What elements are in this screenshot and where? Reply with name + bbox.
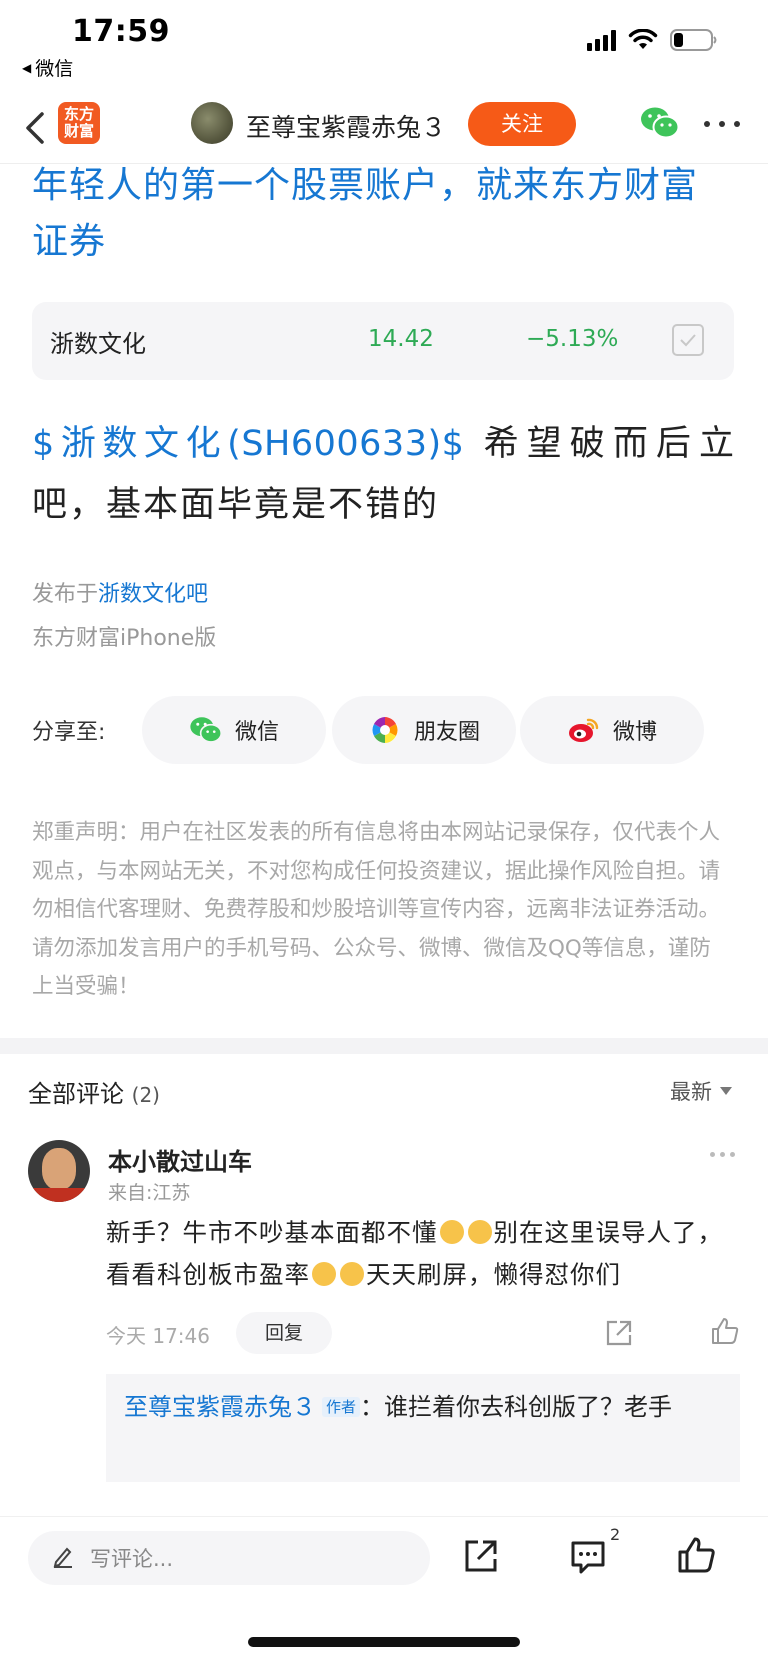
- comment-input-placeholder: 写评论...: [90, 1547, 174, 1571]
- author-tag: 作者: [322, 1397, 361, 1417]
- grin-emoji-icon: [439, 1220, 464, 1244]
- app-logo[interactable]: 东方 财富: [58, 102, 100, 144]
- comments-count: (2): [131, 1083, 160, 1107]
- reply-author-name[interactable]: 至尊宝紫霞赤兔３: [124, 1393, 316, 1421]
- reply-text: 至尊宝紫霞赤兔３ 作者 ：谁拦着你去科创版了？老手: [124, 1386, 722, 1428]
- author-username[interactable]: 至尊宝紫霞赤兔３: [246, 108, 446, 144]
- wechat-icon: [189, 715, 223, 745]
- back-chevron-icon[interactable]: [20, 106, 52, 150]
- status-time: 17:59: [72, 14, 170, 49]
- commenter-location: 来自:江苏: [108, 1182, 191, 1204]
- share-moments-label: 朋友圈: [413, 720, 480, 745]
- back-to-app-link[interactable]: ◀ 微信: [22, 54, 73, 81]
- comment-text-part: 新手？牛市不吵基本面都不懂: [106, 1218, 438, 1247]
- author-avatar[interactable]: [191, 102, 233, 144]
- nav-bar: 东方 财富 至尊宝紫霞赤兔３ 关注: [0, 92, 768, 164]
- grin-emoji-icon: [467, 1220, 492, 1244]
- comment-icon[interactable]: [568, 1537, 608, 1577]
- caret-down-icon: [720, 1087, 732, 1095]
- status-icons: [587, 28, 718, 52]
- platform-label: 东方财富iPhone版: [32, 626, 217, 651]
- like-icon[interactable]: [710, 1316, 740, 1346]
- grin-emoji-icon: [312, 1262, 336, 1286]
- status-bar: 17:59 ◀ 微信: [0, 0, 768, 84]
- moments-icon: [368, 715, 402, 745]
- reply-content: ：谁拦着你去科创版了？老手: [360, 1393, 673, 1421]
- share-moments-button[interactable]: 朋友圈: [332, 696, 516, 764]
- reply-thread[interactable]: 至尊宝紫霞赤兔３ 作者 ：谁拦着你去科创版了？老手: [106, 1374, 740, 1482]
- share-weibo-label: 微博: [612, 720, 657, 745]
- stock-quote-card[interactable]: 浙数文化 14.42 −5.13%: [32, 302, 734, 380]
- follow-button[interactable]: 关注: [468, 102, 576, 146]
- watchlist-checkbox[interactable]: [672, 324, 704, 356]
- reply-button[interactable]: 回复: [236, 1312, 332, 1354]
- weibo-icon: [567, 715, 601, 745]
- wifi-icon: [628, 29, 658, 51]
- comment-input[interactable]: 写评论...: [28, 1531, 430, 1585]
- commenter-avatar[interactable]: [28, 1140, 90, 1202]
- post-body: $浙数文化(SH600633)$ 希望破而后立吧，基本面毕竟是不错的: [32, 414, 736, 536]
- share-weibo-button[interactable]: 微博: [520, 696, 704, 764]
- share-icon[interactable]: [604, 1318, 634, 1348]
- share-wechat-button[interactable]: 微信: [142, 696, 326, 764]
- sort-dropdown[interactable]: 最新: [670, 1076, 732, 1106]
- comment-time: 今天 17:46: [106, 1324, 210, 1348]
- comment-text-part: 天天刷屏，懒得怼你们: [366, 1260, 621, 1289]
- stock-price: 14.42: [368, 326, 434, 352]
- section-divider: [0, 1038, 768, 1054]
- share-icon[interactable]: [462, 1537, 500, 1575]
- comments-title-label: 全部评论: [28, 1080, 124, 1108]
- pencil-icon: [52, 1544, 74, 1573]
- thumbs-up-icon[interactable]: [676, 1535, 716, 1575]
- stock-change: −5.13%: [526, 326, 619, 352]
- comment-text: 新手？牛市不吵基本面都不懂 别在这里误导人了，看看科创板市盈率 天天刷屏，懒得怼你们: [106, 1212, 730, 1296]
- published-prefix: 发布于: [32, 582, 99, 607]
- more-options-icon[interactable]: [704, 114, 740, 134]
- commenter-name[interactable]: 本小散过山车: [108, 1142, 252, 1177]
- cellular-signal-icon: [587, 29, 616, 51]
- promo-headline[interactable]: 年轻人的第一个股票账户，就来东方财富证券: [32, 158, 732, 270]
- home-indicator: [248, 1637, 520, 1647]
- published-info: 发布于浙数文化吧: [32, 576, 208, 608]
- share-wechat-label: 微信: [234, 720, 279, 745]
- comment-more-icon[interactable]: [710, 1152, 735, 1157]
- forum-link[interactable]: 浙数文化吧: [98, 582, 208, 607]
- app-logo-line2: 财富: [63, 122, 94, 140]
- comment-count-badge: 2: [610, 1525, 621, 1544]
- comments-title: 全部评论 (2): [28, 1074, 160, 1109]
- back-triangle-icon: ◀: [22, 60, 32, 75]
- stock-link[interactable]: $浙数文化(SH600633)$: [32, 424, 464, 464]
- battery-icon: [670, 28, 718, 52]
- stock-name: 浙数文化: [50, 330, 146, 358]
- bottom-bar: 写评论... 2: [0, 1516, 768, 1662]
- sort-label: 最新: [670, 1080, 712, 1104]
- disclaimer: 郑重声明：用户在社区发表的所有信息将由本网站记录保存，仅代表个人观点，与本网站无…: [32, 820, 721, 999]
- share-label: 分享至:: [32, 720, 106, 745]
- app-logo-line1: 东方: [63, 105, 94, 123]
- wechat-icon[interactable]: [640, 106, 680, 140]
- back-app-label: 微信: [35, 58, 74, 80]
- grin-emoji-icon: [340, 1262, 364, 1286]
